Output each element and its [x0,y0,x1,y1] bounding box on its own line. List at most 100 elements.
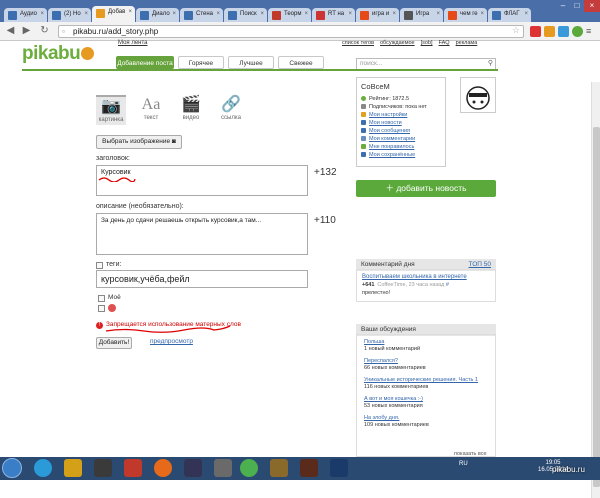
chrome-icon[interactable] [240,459,258,477]
discussion-link[interactable]: А вот и моя кошечка :-) [364,396,488,403]
close-window-button[interactable]: × [584,0,600,12]
browser-tab[interactable]: Игра × [400,8,443,22]
nav-add-post[interactable]: Добавление поста [116,56,174,69]
tags-checkbox[interactable] [96,262,103,269]
tab-close-icon[interactable]: × [348,11,352,17]
submit-button[interactable]: Добавить! [96,337,132,349]
user-menu-link[interactable]: Мне понравилось [361,143,441,151]
avatar[interactable] [460,77,496,113]
browser-tab[interactable]: RT на × [312,8,355,22]
language-indicator[interactable]: RU [459,461,468,467]
maximize-button[interactable]: □ [570,0,584,12]
tags-input[interactable]: курсовик,учёба,фейл [96,270,308,288]
user-subscribers: Подписчиков: пока нет [361,103,441,111]
browser-tab[interactable]: игра и × [356,8,399,22]
forward-icon[interactable]: ▶ [20,25,33,38]
tab-close-icon[interactable]: × [436,11,440,17]
top-link[interactable]: список тегов [342,40,374,46]
browser-tab[interactable]: Аудио × [4,8,47,22]
nsfw-checkbox[interactable] [98,305,105,312]
tab-close-icon[interactable]: × [480,11,484,17]
top-link[interactable]: реклама [456,40,478,46]
start-button[interactable] [2,458,22,478]
menu-icon[interactable]: ≡ [586,26,597,37]
my-feed-link[interactable]: Моя лента [118,40,148,46]
browser-tab[interactable]: Добав × [92,6,135,22]
discussion-link[interactable]: Польша [364,339,488,346]
discussion-count: 53 новых комментария [364,403,423,409]
top-link[interactable]: [sob] [421,40,433,46]
reload-icon[interactable]: ↻ [38,25,51,38]
game-icon[interactable] [270,459,288,477]
mine-checkbox[interactable] [98,295,105,302]
top-link[interactable]: FAQ [439,40,450,46]
add-news-button[interactable]: ＋ добавить новость [356,180,496,197]
tab-label: (2) Но [64,11,81,17]
nav-hot[interactable]: Горячее [178,56,224,69]
game-icon[interactable] [300,459,318,477]
tab-favicon-icon [8,11,17,20]
type-video[interactable]: 🎬 видео [176,95,206,125]
pikabu-logo[interactable]: pikabu [22,43,95,65]
search-icon[interactable]: ⚲ [488,59,493,69]
preview-link[interactable]: предпросмотр [150,338,193,345]
browser-tab[interactable]: Стена × [180,8,223,22]
discussion-link[interactable]: Переспался? [364,358,488,365]
type-text[interactable]: Aa текст [136,95,166,125]
app-icon[interactable] [124,459,142,477]
address-bar[interactable]: ▫ pikabu.ru/add_story.php ☆ [58,25,524,38]
type-picture[interactable]: 📷 картинка [96,95,126,125]
extension-icon[interactable] [558,26,569,37]
extension-icon[interactable] [572,26,583,37]
minimize-button[interactable]: – [556,0,570,12]
star-icon[interactable]: ☆ [512,25,520,36]
username[interactable]: СоВсеМ [361,82,441,91]
browser-tab[interactable]: Поиск × [224,8,267,22]
browser-tab[interactable]: чем ге × [444,8,487,22]
media-icon[interactable] [94,459,112,477]
user-menu-link[interactable]: Мои новости [361,119,441,127]
scrollbar-thumb[interactable] [593,127,600,487]
skype-icon[interactable] [34,459,52,477]
browser-tab[interactable]: ФЛАГ × [488,8,531,22]
explorer-icon[interactable] [64,459,82,477]
extension-icon[interactable] [544,26,555,37]
top-link[interactable]: обсуждаемое [380,40,415,46]
nav-fresh[interactable]: Свежее [278,56,324,69]
choose-image-button[interactable]: Выбрать изображение ◙ [96,135,182,149]
scrollbar[interactable] [591,82,600,498]
game-icon[interactable] [330,459,348,477]
browser-tab[interactable]: Теорм × [268,8,311,22]
user-menu-link[interactable]: Мои комментарии [361,135,441,143]
cod-post-link[interactable]: Воспитываем школьника в интернете [362,274,490,280]
tab-close-icon[interactable]: × [260,11,264,17]
cod-author[interactable]: CoffeeTime, 23 часа назад [377,282,444,288]
user-menu-link[interactable]: Мои сообщения [361,127,441,135]
type-link[interactable]: 🔗 ссылка [216,95,246,125]
type-label: текст [143,115,159,121]
browser-tab[interactable]: Диало × [136,8,179,22]
extension-icon[interactable] [530,26,541,37]
tab-close-icon[interactable]: × [172,11,176,17]
tab-close-icon[interactable]: × [84,11,88,17]
discussion-link[interactable]: На злобу дня. [364,415,488,422]
cod-permalink[interactable]: # [446,282,449,288]
browser-tab[interactable]: (2) Но × [48,8,91,22]
description-input[interactable]: За день до сдачи решаешь открыть курсови… [96,213,308,255]
user-menu-link[interactable]: Мои сохранённые [361,151,441,159]
nav-best[interactable]: Лучшее [228,56,274,69]
app-icon[interactable] [214,459,232,477]
tab-close-icon[interactable]: × [304,11,308,17]
discussion-link[interactable]: Уникальные исторические решения. Часть 1 [364,377,488,384]
user-menu-link[interactable]: Мои настройки [361,111,441,119]
steam-icon[interactable] [184,459,202,477]
tab-close-icon[interactable]: × [40,11,44,17]
firefox-icon[interactable] [154,459,172,477]
tab-close-icon[interactable]: × [216,11,220,17]
back-icon[interactable]: ◀ [4,25,17,38]
windows-taskbar: RU 19:05 16.05.2014 [0,457,600,480]
menu-item-label: Мои сохранённые [369,152,416,158]
tab-close-icon[interactable]: × [128,9,132,15]
tab-close-icon[interactable]: × [524,11,528,17]
tab-close-icon[interactable]: × [392,11,396,17]
